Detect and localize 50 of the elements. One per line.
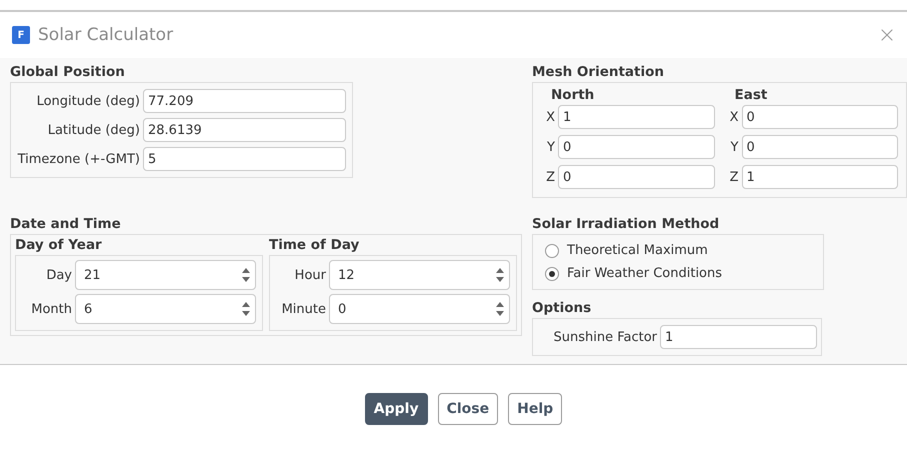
field-label: Latitude (deg): [46, 122, 140, 138]
window-title: Solar Calculator: [38, 25, 174, 45]
input-field[interactable]: 1: [558, 105, 714, 129]
field-label: Minute: [280, 302, 326, 316]
spinner-arrows-icon[interactable]: [241, 300, 251, 318]
section-heading: Date and Time: [10, 216, 122, 232]
spinner-arrows-icon[interactable]: [495, 266, 505, 284]
apply-button[interactable]: Apply: [364, 392, 428, 424]
subsection-heading: Day of Year: [15, 237, 103, 253]
field-label: Month: [30, 302, 72, 316]
spinner-field[interactable]: 21: [75, 260, 256, 290]
option-label: Theoretical Maximum: [567, 243, 708, 258]
axis-label: Z: [728, 170, 738, 184]
radio-button[interactable]: [545, 244, 559, 258]
axis-label: X: [545, 110, 555, 124]
input-field[interactable]: 5: [143, 147, 346, 171]
axis-label: Y: [730, 140, 738, 154]
input-field[interactable]: 77.209: [143, 89, 346, 113]
field-label: Sunshine Factor: [552, 330, 657, 344]
axis-label: X: [728, 110, 738, 124]
field-label: Day: [45, 268, 72, 282]
section-heading: Mesh Orientation: [532, 64, 665, 80]
input-field[interactable]: 0: [558, 165, 714, 189]
field-label: Hour: [294, 268, 326, 282]
input-field[interactable]: 0: [742, 135, 898, 159]
column-heading: East: [734, 87, 768, 103]
input-field[interactable]: 1: [660, 325, 817, 349]
section-heading: Options: [532, 300, 592, 316]
input-field[interactable]: 0: [558, 135, 714, 159]
input-field[interactable]: 28.6139: [143, 118, 346, 142]
close-button[interactable]: Close: [438, 392, 498, 424]
section-heading: Global Position: [10, 64, 126, 80]
axis-label: Y: [546, 140, 555, 154]
axis-label: Z: [545, 170, 555, 184]
field-label: Longitude (deg): [36, 94, 140, 108]
spinner-arrows-icon[interactable]: [241, 266, 251, 284]
radio-button[interactable]: [545, 266, 559, 280]
help-button[interactable]: Help: [508, 392, 562, 424]
field-label: Timezone (+-GMT): [16, 152, 140, 166]
app-logo: F: [12, 26, 30, 44]
input-field[interactable]: 0: [742, 105, 898, 129]
spinner-arrows-icon[interactable]: [495, 300, 505, 318]
spinner-field[interactable]: 6: [75, 294, 256, 324]
input-field[interactable]: 1: [742, 165, 898, 189]
subsection-heading: Time of Day: [269, 237, 360, 253]
spinner-field[interactable]: 12: [329, 260, 510, 290]
spinner-field[interactable]: 0: [329, 294, 510, 324]
option-label: Fair Weather Conditions: [567, 266, 722, 281]
column-heading: North: [550, 87, 596, 103]
section-heading: Solar Irradiation Method: [532, 216, 720, 232]
